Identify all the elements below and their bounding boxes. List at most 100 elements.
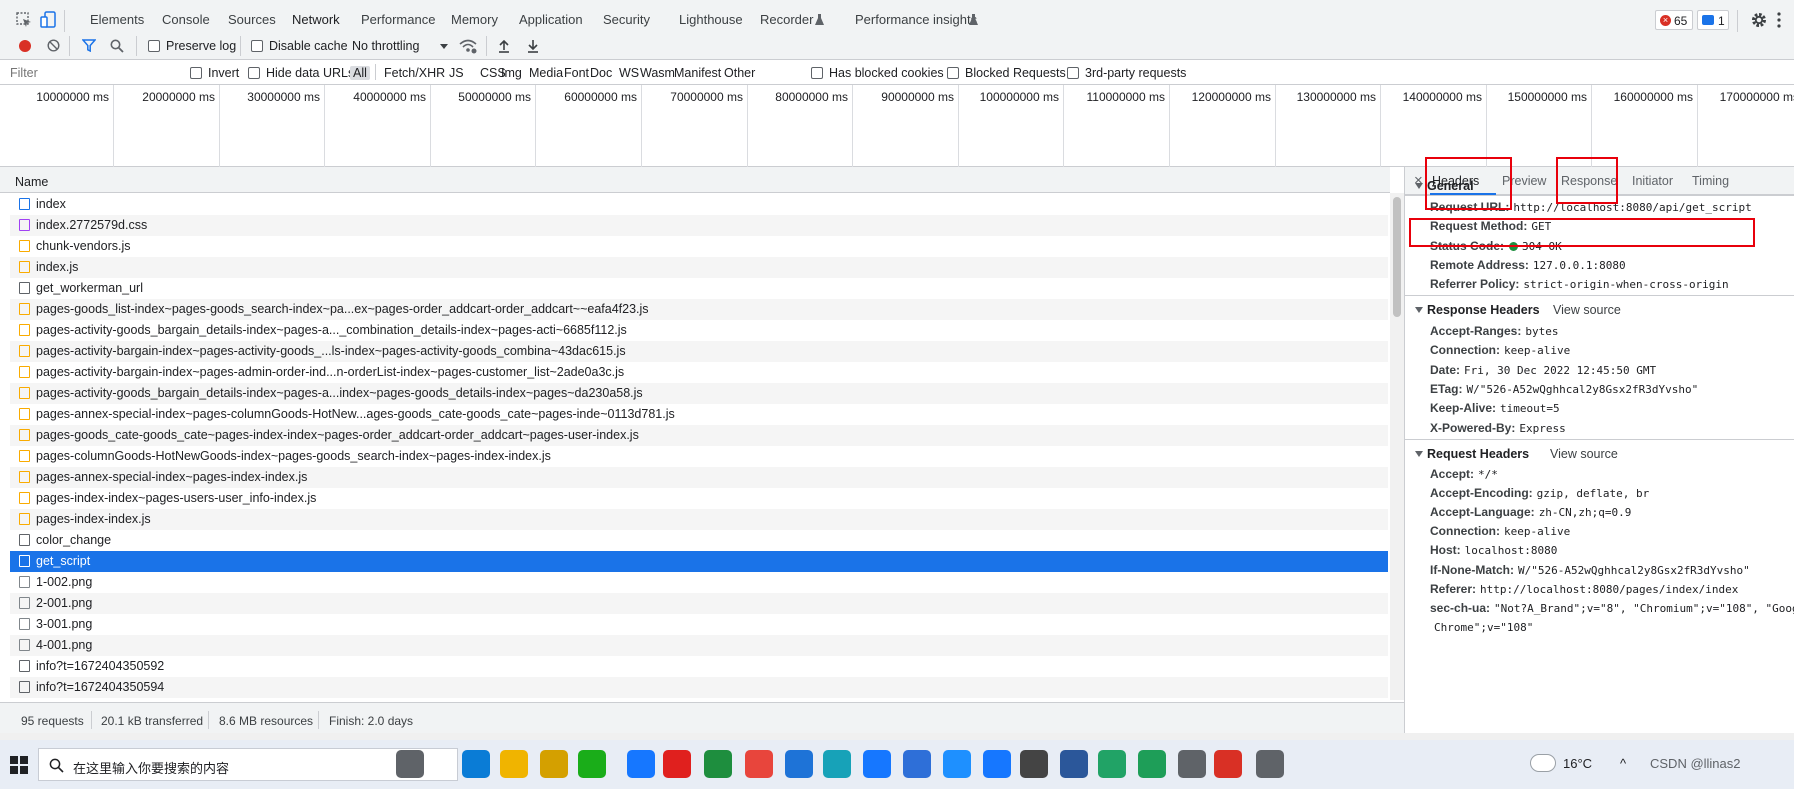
type-filter-doc[interactable]: Doc: [590, 66, 612, 80]
request-row[interactable]: info?t=1672404350594: [10, 677, 1388, 698]
taskbar-app-icon[interactable]: [823, 750, 851, 778]
tab-network[interactable]: Network: [292, 12, 340, 41]
type-filter-manifest[interactable]: Manifest: [674, 66, 721, 80]
request-headers-section-header[interactable]: Request Headers: [1415, 447, 1529, 461]
request-row[interactable]: chunk-vendors.js: [10, 236, 1388, 257]
request-row[interactable]: get_script: [10, 551, 1388, 572]
scrollbar-thumb[interactable]: [1393, 197, 1401, 317]
chevron-up-icon[interactable]: ^: [1620, 756, 1626, 771]
tab-memory[interactable]: Memory: [451, 12, 498, 30]
request-row[interactable]: 4-001.png: [10, 635, 1388, 656]
taskbar-app-icon[interactable]: [1060, 750, 1088, 778]
tab-application[interactable]: Application: [519, 12, 583, 30]
tab-security[interactable]: Security: [603, 12, 650, 30]
taskbar-app-icon[interactable]: [540, 750, 568, 778]
name-column-header[interactable]: Name: [0, 167, 1390, 193]
filter-input[interactable]: [10, 63, 180, 82]
request-row[interactable]: 3-001.png: [10, 614, 1388, 635]
inspect-element-icon[interactable]: [16, 12, 32, 28]
taskbar-app-icon[interactable]: [983, 750, 1011, 778]
detail-tab-timing[interactable]: Timing: [1692, 174, 1729, 188]
taskbar-app-icon[interactable]: [1256, 750, 1284, 778]
weather-icon[interactable]: [1530, 754, 1556, 772]
record-icon[interactable]: [19, 40, 31, 52]
taskbar-app-icon[interactable]: [500, 750, 528, 778]
search-icon[interactable]: [110, 39, 124, 53]
taskbar-app-icon[interactable]: [745, 750, 773, 778]
view-source-link[interactable]: View source: [1550, 447, 1618, 461]
throttling-select[interactable]: No throttling: [352, 39, 419, 53]
hide-data-urls-checkbox[interactable]: [248, 67, 260, 79]
request-row[interactable]: pages-activity-goods_bargain_details-ind…: [10, 383, 1388, 404]
type-filter-other[interactable]: Other: [724, 66, 755, 80]
taskbar-app-icon[interactable]: [943, 750, 971, 778]
third-party-checkbox[interactable]: [1067, 67, 1079, 79]
type-filter-font[interactable]: Font: [564, 66, 589, 80]
blocked-requests-checkbox[interactable]: [947, 67, 959, 79]
type-filter-js[interactable]: JS: [449, 66, 464, 80]
request-row[interactable]: index.2772579d.css: [10, 215, 1388, 236]
tab-performance-insights[interactable]: Performance insights: [855, 12, 977, 30]
taskbar-app-icon[interactable]: [785, 750, 813, 778]
request-row[interactable]: index: [10, 194, 1388, 215]
clear-icon[interactable]: [47, 39, 60, 52]
detail-tab-initiator[interactable]: Initiator: [1632, 174, 1673, 188]
request-list-scrollbar[interactable]: [1390, 193, 1404, 700]
taskbar-app-icon[interactable]: [1178, 750, 1206, 778]
type-filter-fetch-xhr[interactable]: Fetch/XHR: [384, 66, 445, 80]
request-row[interactable]: pages-goods_list-index~pages-goods_searc…: [10, 299, 1388, 320]
type-filter-all[interactable]: All: [350, 66, 370, 80]
invert-checkbox[interactable]: [190, 67, 202, 79]
error-count-badge[interactable]: × 65: [1655, 10, 1693, 30]
taskbar-app-icon[interactable]: [1214, 750, 1242, 778]
taskbar-app-icon[interactable]: [704, 750, 732, 778]
import-har-icon[interactable]: [498, 39, 510, 53]
taskbar-app-icon[interactable]: [863, 750, 891, 778]
request-row[interactable]: pages-index-index.js: [10, 509, 1388, 530]
more-options-icon[interactable]: [1777, 12, 1781, 28]
request-row[interactable]: pages-columnGoods-HotNewGoods-index~page…: [10, 446, 1388, 467]
taskbar-search-box[interactable]: 在这里输入你要搜索的内容: [38, 748, 458, 781]
gear-icon[interactable]: [1750, 11, 1768, 29]
type-filter-ws[interactable]: WS: [619, 66, 639, 80]
request-row[interactable]: color_change: [10, 530, 1388, 551]
network-overview-timeline[interactable]: 10000000 ms 20000000 ms 30000000 ms 4000000…: [0, 85, 1794, 167]
request-row[interactable]: pages-activity-goods_bargain_details-ind…: [10, 320, 1388, 341]
tab-sources[interactable]: Sources: [228, 12, 276, 30]
taskbar-app-icon[interactable]: [1138, 750, 1166, 778]
tab-recorder[interactable]: Recorder: [760, 12, 813, 30]
type-filter-wasm[interactable]: Wasm: [640, 66, 675, 80]
taskbar-app-icon[interactable]: [663, 750, 691, 778]
taskbar-app-icon[interactable]: [903, 750, 931, 778]
request-row[interactable]: info?t=1672404350592: [10, 656, 1388, 677]
taskbar-app-icon[interactable]: [1020, 750, 1048, 778]
filter-icon[interactable]: [81, 39, 97, 53]
windows-start-icon[interactable]: [10, 756, 28, 774]
request-row[interactable]: pages-activity-bargain-index~pages-admin…: [10, 362, 1388, 383]
taskbar-app-icon[interactable]: [627, 750, 655, 778]
request-row[interactable]: pages-annex-special-index~pages-index-in…: [10, 467, 1388, 488]
message-count-badge[interactable]: 1: [1697, 10, 1729, 30]
tab-console[interactable]: Console: [162, 12, 210, 30]
tab-elements[interactable]: Elements: [90, 12, 144, 30]
request-row[interactable]: get_workerman_url: [10, 278, 1388, 299]
has-blocked-cookies-checkbox[interactable]: [811, 67, 823, 79]
request-row[interactable]: 2-001.png: [10, 593, 1388, 614]
type-filter-media[interactable]: Media: [529, 66, 563, 80]
taskbar-app-icon[interactable]: [578, 750, 606, 778]
view-source-link[interactable]: View source: [1553, 303, 1621, 317]
chevron-down-icon[interactable]: [440, 44, 448, 49]
tab-lighthouse[interactable]: Lighthouse: [679, 12, 743, 30]
taskbar-app-icon[interactable]: [1098, 750, 1126, 778]
tab-performance[interactable]: Performance: [361, 12, 435, 30]
request-row[interactable]: pages-index-index~pages-users-user_info-…: [10, 488, 1388, 509]
device-toolbar-icon[interactable]: [40, 11, 56, 29]
request-row[interactable]: pages-annex-special-index~pages-columnGo…: [10, 404, 1388, 425]
taskbar-app-icon[interactable]: [396, 750, 424, 778]
network-conditions-icon[interactable]: [459, 38, 477, 54]
disable-cache-checkbox[interactable]: [251, 40, 263, 52]
request-row[interactable]: 1-002.png: [10, 572, 1388, 593]
temperature[interactable]: 16°C: [1563, 756, 1592, 771]
taskbar-app-icon[interactable]: [462, 750, 490, 778]
type-filter-img[interactable]: Img: [501, 66, 522, 80]
